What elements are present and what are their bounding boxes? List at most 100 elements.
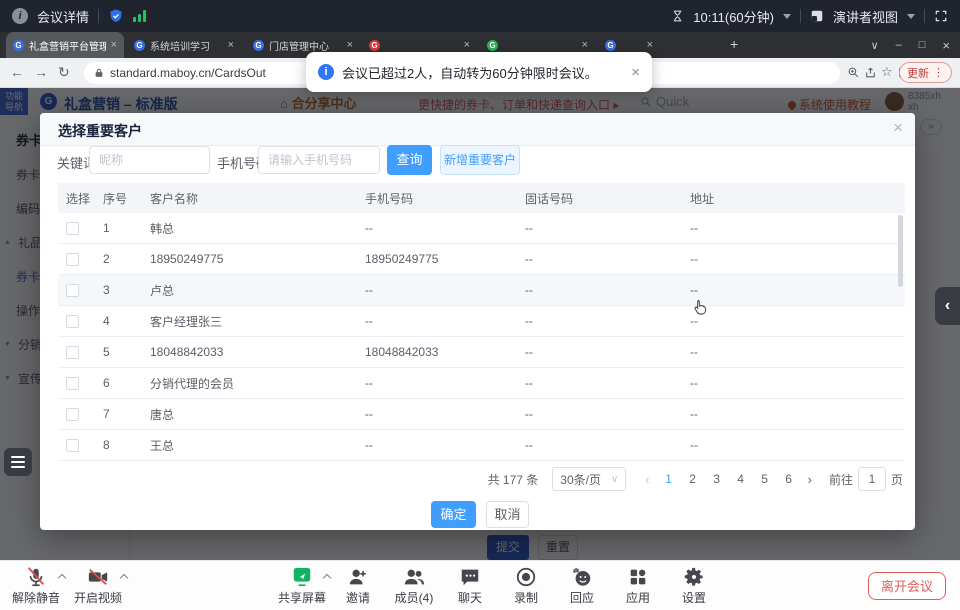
meeting-details-label[interactable]: 会议详情: [37, 7, 89, 26]
table-row[interactable]: 1韩总------: [58, 213, 905, 244]
toolbar-item-react[interactable]: 回应: [557, 565, 607, 606]
bookmark-star-icon[interactable]: ☆: [881, 64, 893, 80]
share-screen-icon[interactable]: [291, 565, 313, 589]
chevron-up-icon[interactable]: [323, 574, 331, 582]
toolbar-item-members[interactable]: 成员(4): [389, 565, 439, 606]
window-minimize-button[interactable]: –: [896, 39, 902, 51]
window-maximize-button[interactable]: □: [919, 39, 926, 51]
mouse-cursor: [694, 299, 707, 320]
tab-close-icon[interactable]: ×: [647, 39, 653, 51]
toolbar-item-unmute[interactable]: 解除静音: [10, 565, 62, 606]
table-row[interactable]: 51804884203318048842033----: [58, 337, 905, 368]
divider: [800, 9, 801, 23]
toolbar-item-share-screen[interactable]: 共享屏幕: [277, 565, 327, 606]
table-cell: --: [357, 438, 517, 452]
page-number[interactable]: 1: [658, 472, 680, 486]
row-checkbox[interactable]: [66, 408, 79, 421]
start-video-icon[interactable]: [86, 565, 110, 589]
cancel-button[interactable]: 取消: [486, 501, 529, 528]
apps-icon[interactable]: [627, 565, 649, 589]
toolbar-item-label: 回应: [570, 589, 594, 606]
record-icon[interactable]: [515, 565, 537, 589]
toolbar-item-chat[interactable]: 聊天: [445, 565, 495, 606]
react-icon[interactable]: [571, 565, 593, 589]
page-number[interactable]: 4: [730, 472, 752, 486]
toolbar-item-invite[interactable]: 邀请: [333, 565, 383, 606]
page-number[interactable]: 3: [706, 472, 728, 486]
invite-icon[interactable]: [347, 565, 369, 589]
goto-page-input[interactable]: [858, 467, 886, 491]
table-cell: --: [357, 221, 517, 235]
confirm-button[interactable]: 确定: [431, 501, 476, 528]
row-checkbox[interactable]: [66, 315, 79, 328]
toolbar-item-settings[interactable]: 设置: [669, 565, 719, 606]
browser-tab[interactable]: G系统培训学习×: [127, 32, 241, 58]
reload-button[interactable]: ↻: [58, 64, 70, 81]
leave-meeting-button[interactable]: 离开会议: [868, 572, 946, 600]
view-mode-label[interactable]: 演讲者视图: [833, 7, 898, 26]
browser-tab[interactable]: G礼盒营销平台管理中心×: [6, 32, 124, 58]
forward-button[interactable]: →: [34, 64, 48, 81]
table-row[interactable]: 6分销代理的会员------: [58, 368, 905, 399]
toolbar-item-start-video[interactable]: 开启视频: [72, 565, 124, 606]
table-scrollbar[interactable]: [898, 215, 903, 287]
toolbar-item-record[interactable]: 录制: [501, 565, 551, 606]
expand-panel-tab[interactable]: ‹: [935, 287, 960, 325]
table-row[interactable]: 8王总------: [58, 430, 905, 461]
page-size-select[interactable]: 30条/页∨: [552, 467, 626, 491]
table-row[interactable]: 3卢总------: [58, 275, 905, 306]
page-number[interactable]: 5: [754, 472, 776, 486]
back-button[interactable]: ←: [10, 64, 24, 81]
next-page-button[interactable]: ›: [808, 472, 812, 487]
tab-close-icon[interactable]: ×: [111, 39, 117, 51]
row-checkbox[interactable]: [66, 253, 79, 266]
column-header: 序号: [95, 190, 142, 207]
table-cell: 18950249775: [142, 252, 357, 266]
phone-input[interactable]: [258, 146, 380, 174]
tab-close-icon[interactable]: ×: [347, 39, 353, 51]
tab-close-icon[interactable]: ×: [228, 39, 234, 51]
view-dropdown-icon[interactable]: [907, 14, 915, 19]
meeting-timer: 10:11(60分钟): [693, 7, 774, 26]
prev-page-button[interactable]: ‹: [645, 472, 649, 487]
chat-icon[interactable]: [459, 565, 481, 589]
chevron-up-icon[interactable]: [58, 574, 66, 582]
tab-close-icon[interactable]: ×: [464, 39, 470, 51]
table-row[interactable]: 21895024977518950249775----: [58, 244, 905, 275]
modal-close-icon[interactable]: ×: [893, 118, 903, 138]
table-cell: 2: [95, 252, 142, 266]
table-cell: 分销代理的会员: [142, 375, 357, 392]
browser-update-button[interactable]: 更新⋮: [899, 62, 952, 83]
tab-search-icon[interactable]: ∨: [871, 39, 879, 52]
row-checkbox[interactable]: [66, 439, 79, 452]
network-signal-icon[interactable]: [133, 10, 146, 22]
url-text: standard.maboy.cn/CardsOut: [110, 66, 266, 80]
new-tab-button[interactable]: +: [730, 36, 738, 52]
page-number[interactable]: 2: [682, 472, 704, 486]
row-checkbox[interactable]: [66, 222, 79, 235]
tab-close-icon[interactable]: ×: [582, 39, 588, 51]
meeting-info-icon[interactable]: i: [12, 8, 28, 24]
row-checkbox[interactable]: [66, 377, 79, 390]
table-row[interactable]: 7唐总------: [58, 399, 905, 430]
settings-icon[interactable]: [683, 565, 705, 589]
query-button[interactable]: 查询: [387, 145, 432, 175]
fullscreen-icon[interactable]: [934, 9, 948, 23]
table-row[interactable]: 4客户经理张三------: [58, 306, 905, 337]
security-shield-icon[interactable]: [108, 8, 124, 24]
chevron-up-icon[interactable]: [120, 574, 128, 582]
unmute-icon[interactable]: [25, 565, 47, 589]
toast-close-icon[interactable]: ×: [631, 64, 640, 81]
window-close-button[interactable]: ×: [942, 38, 950, 53]
timer-dropdown-icon[interactable]: [783, 14, 791, 19]
keyword-input[interactable]: [89, 146, 210, 174]
page-number[interactable]: 6: [778, 472, 800, 486]
meeting-list-button[interactable]: [4, 448, 32, 476]
row-checkbox[interactable]: [66, 346, 79, 359]
add-customer-button[interactable]: 新增重要客户: [440, 145, 520, 175]
zoom-icon[interactable]: [847, 66, 860, 84]
share-icon[interactable]: [864, 66, 877, 84]
row-checkbox[interactable]: [66, 284, 79, 297]
toolbar-item-apps[interactable]: 应用: [613, 565, 663, 606]
members-icon[interactable]: [402, 565, 426, 589]
